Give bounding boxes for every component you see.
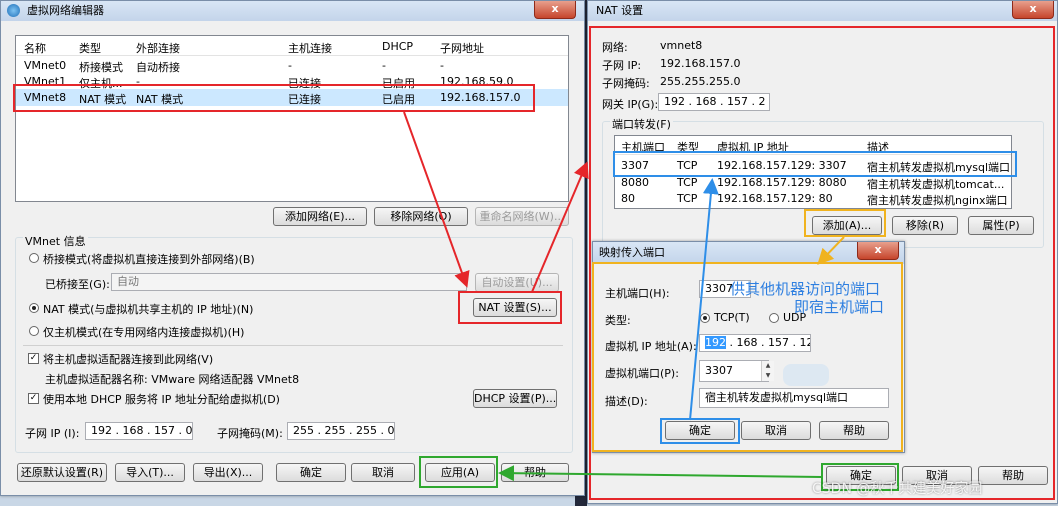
annotation-text-line2: 即宿主机端口: [794, 298, 885, 316]
vne-cancel-button[interactable]: 取消: [351, 463, 415, 482]
cell: VMnet0: [24, 59, 67, 72]
col-header-type[interactable]: 类型: [79, 40, 101, 56]
export-button[interactable]: 导出(X)...: [193, 463, 263, 482]
virtual-network-editor-window: 虚拟网络编辑器 x 名称 类型 外部连接 主机连接 DHCP 子网地址 VMne…: [0, 0, 585, 496]
watermark: CSDN @秋千共建美好家园: [812, 481, 983, 497]
adapter-name-text: 主机虚拟适配器名称: VMware 网络适配器 VMnet8: [45, 373, 300, 386]
vmnet-info-title: VMnet 信息: [23, 233, 88, 249]
close-icon: x: [1029, 2, 1037, 15]
vne-ok-button[interactable]: 确定: [276, 463, 346, 482]
divider: [23, 345, 563, 346]
subnet-mask-input[interactable]: 255 . 255 . 255 . 0: [287, 422, 395, 440]
bridged-to-label: 已桥接至(G):: [45, 278, 110, 291]
highlight-nat-settings-button: [458, 291, 562, 324]
subnet-ip-input[interactable]: 192 . 168 . 157 . 0: [85, 422, 193, 440]
import-button[interactable]: 导入(T)...: [115, 463, 185, 482]
connect-adapter-checkbox[interactable]: ✓: [28, 353, 39, 364]
vne-close-button[interactable]: x: [534, 1, 576, 19]
highlight-3307-row: [613, 151, 1017, 177]
highlight-apply-button: [419, 456, 498, 488]
cell: -: [440, 59, 444, 72]
highlight-vmnet8-row: [13, 84, 535, 112]
nat-titlebar[interactable]: NAT 设置: [588, 1, 1057, 21]
vne-titlebar[interactable]: 虚拟网络编辑器: [1, 1, 584, 21]
network-list[interactable]: 名称 类型 外部连接 主机连接 DHCP 子网地址 VMnet0 桥接模式 自动…: [15, 35, 569, 202]
list-header-divider: [16, 55, 568, 56]
nat-close-button[interactable]: x: [1012, 1, 1054, 19]
restore-defaults-button[interactable]: 还原默认设置(R): [17, 463, 107, 482]
globe-icon: [7, 4, 20, 17]
col-header-name[interactable]: 名称: [24, 40, 46, 56]
auto-settings-button[interactable]: 自动设置(U)...: [475, 273, 559, 292]
bridged-to-select[interactable]: 自动: [111, 273, 467, 291]
col-header-host[interactable]: 主机连接: [288, 40, 332, 56]
nat-title: NAT 设置: [596, 4, 644, 17]
use-dhcp-label[interactable]: 使用本地 DHCP 服务将 IP 地址分配给虚拟机(D): [43, 391, 280, 407]
bridge-mode-label[interactable]: 桥接模式(将虚拟机直接连接到外部网络)(B): [43, 251, 255, 267]
col-header-dhcp[interactable]: DHCP: [382, 40, 413, 53]
use-dhcp-checkbox[interactable]: ✓: [28, 393, 39, 404]
cell: -: [288, 59, 292, 72]
bridge-mode-radio[interactable]: [29, 253, 39, 263]
subnet-ip-label: 子网 IP (I):: [25, 427, 80, 440]
close-icon: x: [551, 2, 559, 15]
host-only-radio[interactable]: [29, 326, 39, 336]
vne-title: 虚拟网络编辑器: [27, 4, 104, 17]
cell: -: [382, 59, 386, 72]
subnet-mask-label: 子网掩码(M):: [217, 427, 283, 440]
remove-network-button[interactable]: 移除网络(O): [374, 207, 468, 226]
table-row-vmnet0[interactable]: VMnet0 桥接模式 自动桥接 - - -: [16, 57, 568, 74]
dhcp-settings-button[interactable]: DHCP 设置(P)...: [473, 389, 557, 408]
vne-help-button[interactable]: 帮助: [501, 463, 569, 482]
nat-mode-radio[interactable]: [29, 303, 39, 313]
col-header-external[interactable]: 外部连接: [136, 40, 180, 56]
connect-adapter-label[interactable]: 将主机虚拟适配器连接到此网络(V): [43, 351, 213, 367]
host-only-label[interactable]: 仅主机模式(在专用网络内连接虚拟机)(H): [43, 324, 244, 340]
nat-mode-label[interactable]: NAT 模式(与虚拟机共享主机的 IP 地址)(N): [43, 301, 253, 317]
rename-network-button[interactable]: 重命名网络(W)...: [475, 207, 569, 226]
col-header-subnet[interactable]: 子网地址: [440, 40, 484, 56]
highlight-add-port-button: [804, 209, 886, 237]
add-network-button[interactable]: 添加网络(E)...: [273, 207, 367, 226]
